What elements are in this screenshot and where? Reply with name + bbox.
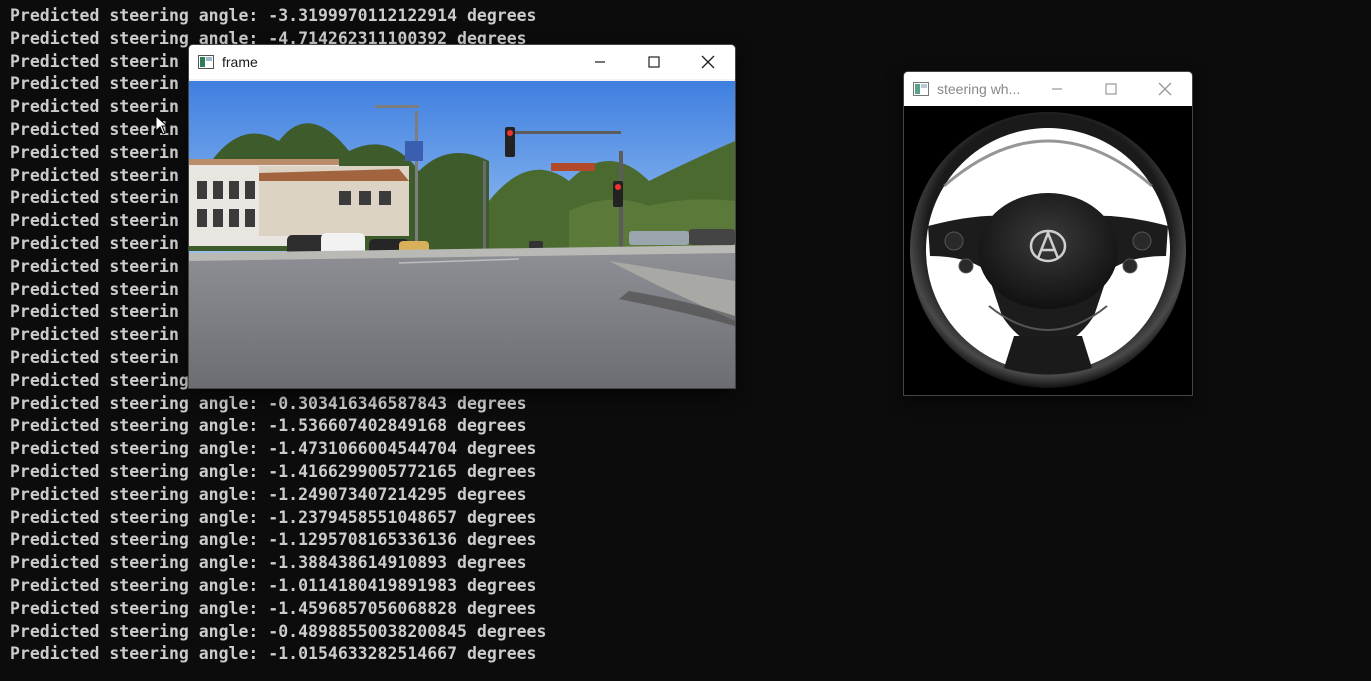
frame-window[interactable]: frame xyxy=(189,45,735,388)
terminal-line: Predicted steering angle: -1.01546332825… xyxy=(10,644,537,664)
close-icon[interactable] xyxy=(1138,72,1192,106)
maximize-icon[interactable] xyxy=(627,45,681,79)
minimize-icon[interactable] xyxy=(1030,72,1084,106)
steering-window-title: steering wh... xyxy=(937,81,1021,97)
terminal-line: Predicted steering angle: -1.12957081653… xyxy=(10,530,537,550)
maximize-icon[interactable] xyxy=(1084,72,1138,106)
terminal-line: Predicted steering angle: -1.41662990057… xyxy=(10,461,537,481)
terminal-line: Predicted steering angle: -1.01141804198… xyxy=(10,575,537,595)
terminal-line: Predicted steering angle: -0.48988550038… xyxy=(10,621,547,641)
minimize-icon[interactable] xyxy=(573,45,627,79)
mouse-cursor-icon xyxy=(155,115,169,135)
terminal-line: Predicted steering angle: -1.45968570560… xyxy=(10,598,537,618)
app-icon xyxy=(198,55,214,69)
frame-window-title: frame xyxy=(222,54,258,70)
terminal-line: Predicted steering angle: -3.31999701121… xyxy=(10,6,537,25)
close-icon[interactable] xyxy=(681,45,735,79)
terminal-line: Predicted steering angle: -0.30341634658… xyxy=(10,393,527,413)
dashcam-frame-image xyxy=(189,81,735,388)
terminal-line: Predicted steering angle: -1.38843861491… xyxy=(10,553,527,573)
terminal-line: Predicted steering angle: -1.23794585510… xyxy=(10,507,537,527)
terminal-line: Predicted steering angle: -1.47310660045… xyxy=(10,439,537,459)
terminal-line: Predicted steering angle: -1.24907340721… xyxy=(10,484,527,504)
app-icon xyxy=(913,82,929,96)
steering-wheel-image xyxy=(904,106,1192,395)
steering-window-titlebar[interactable]: steering wh... xyxy=(904,72,1192,106)
steering-wheel-window[interactable]: steering wh... xyxy=(904,72,1192,395)
frame-window-titlebar[interactable]: frame xyxy=(189,45,735,79)
terminal-line: Predicted steering angle: -1.53660740284… xyxy=(10,416,527,436)
